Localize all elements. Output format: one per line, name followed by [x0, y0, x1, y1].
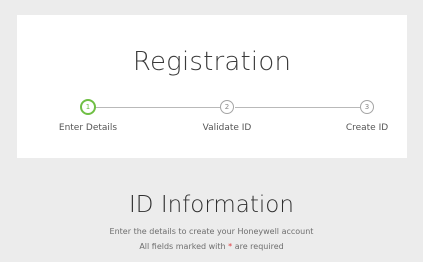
section-title: ID Information [129, 192, 294, 218]
required-note-prefix: All fields marked with [139, 242, 226, 251]
step-validate-id: 2 Validate ID [177, 100, 277, 133]
step-2-label: Validate ID [202, 123, 252, 133]
registration-card: Registration 1 Enter Details 2 Validate … [17, 15, 407, 158]
step-3-label: Create ID [345, 123, 389, 133]
required-note-suffix: are required [234, 242, 284, 251]
step-1-indicator: 1 [80, 99, 96, 115]
registration-stepper: 1 Enter Details 2 Validate ID 3 Create I… [17, 94, 407, 154]
registration-title: Registration [132, 47, 292, 77]
step-2-indicator: 2 [220, 100, 234, 114]
step-create-id: 3 Create ID [317, 100, 417, 133]
step-3-indicator: 3 [360, 100, 374, 114]
step-1-label: Enter Details [58, 123, 118, 133]
step-enter-details: 1 Enter Details [38, 99, 138, 133]
required-fields-note: All fields marked with * are required [0, 242, 423, 251]
section-description: Enter the details to create your Honeywe… [109, 227, 314, 236]
required-marker: * [228, 242, 233, 251]
